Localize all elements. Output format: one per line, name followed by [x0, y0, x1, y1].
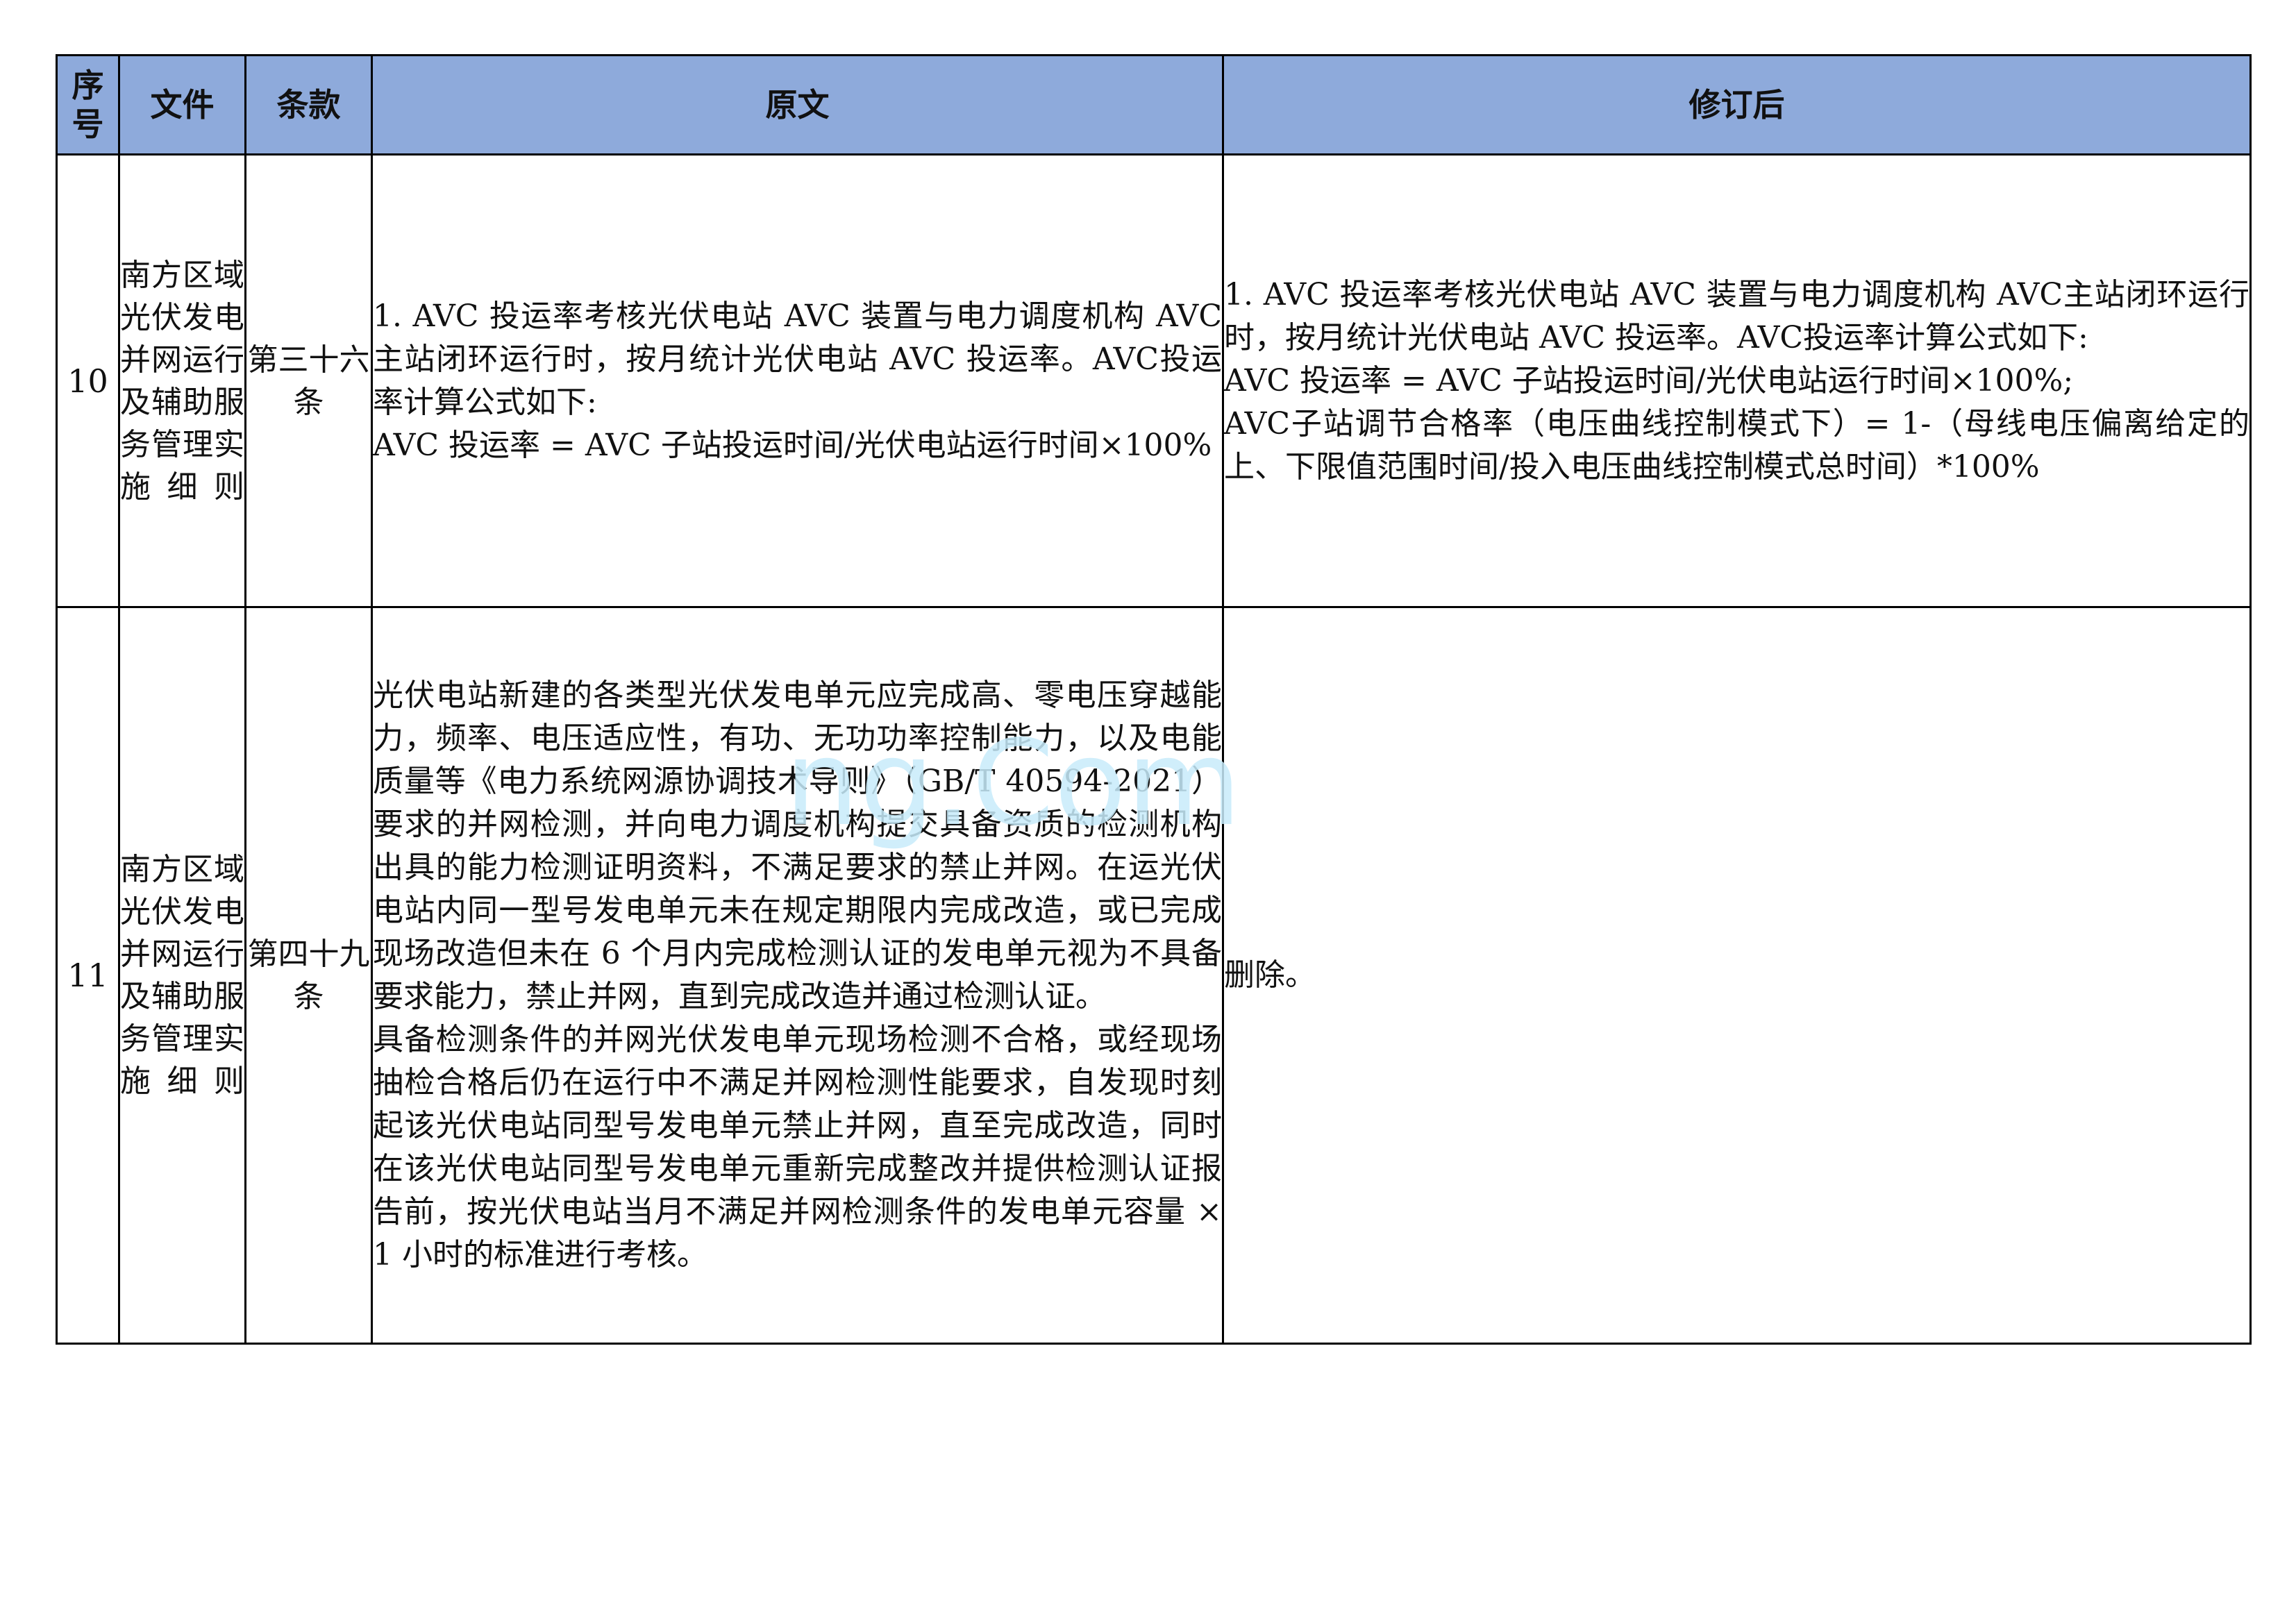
revised-paragraph: AVC子站调节合格率（电压曲线控制模式下）= 1-（母线电压偏离给定的上、下限值…	[1224, 405, 2249, 485]
cell-file: 南方区域光伏发电并网运行及辅助服务管理实施细则	[118, 153, 246, 608]
revision-table-container: 序号 文件 条款 原文 修订后 10 南方区域光伏发电并网运行及辅助服务管理实施…	[56, 54, 2252, 1345]
cell-revised-text: 删除。	[1222, 606, 2252, 1345]
original-paragraph: AVC 投运率 = AVC 子站投运时间/光伏电站运行时间×100%	[373, 427, 1212, 463]
revised-paragraph: 删除。	[1224, 957, 1316, 993]
revised-paragraph: AVC 投运率 = AVC 子站投运时间/光伏电站运行时间×100%;	[1224, 362, 2074, 398]
cell-serial-number: 11	[56, 606, 120, 1345]
cell-clause: 第四十九条	[244, 606, 373, 1345]
header-original-text: 原文	[371, 54, 1224, 155]
cell-serial-number: 10	[56, 153, 120, 608]
cell-file-text: 南方区域光伏发电并网运行及辅助服务管理实施细则	[120, 852, 244, 1099]
table-row: 11 南方区域光伏发电并网运行及辅助服务管理实施细则 第四十九条 光伏电站新建的…	[56, 606, 2252, 1345]
cell-file: 南方区域光伏发电并网运行及辅助服务管理实施细则	[118, 606, 246, 1345]
revision-table: 序号 文件 条款 原文 修订后 10 南方区域光伏发电并网运行及辅助服务管理实施…	[56, 54, 2252, 1345]
table-header-row: 序号 文件 条款 原文 修订后	[56, 54, 2252, 155]
cell-revised-text: 1. AVC 投运率考核光伏电站 AVC 装置与电力调度机构 AVC主站闭环运行…	[1222, 153, 2252, 608]
revised-paragraph: 1. AVC 投运率考核光伏电站 AVC 装置与电力调度机构 AVC主站闭环运行…	[1224, 276, 2249, 355]
cell-clause: 第三十六条	[244, 153, 373, 608]
original-paragraph: 具备检测条件的并网光伏发电单元现场检测不合格，或经现场抽检合格后仍在运行中不满足…	[373, 1022, 1222, 1272]
original-paragraph: 1. AVC 投运率考核光伏电站 AVC 装置与电力调度机构 AVC主站闭环运行…	[373, 298, 1222, 420]
cell-original-text: 1. AVC 投运率考核光伏电站 AVC 装置与电力调度机构 AVC主站闭环运行…	[371, 153, 1224, 608]
header-serial-number: 序号	[56, 54, 120, 155]
original-paragraph: 光伏电站新建的各类型光伏发电单元应完成高、零电压穿越能力，频率、电压适应性，有功…	[373, 678, 1222, 1014]
header-clause: 条款	[244, 54, 373, 155]
header-file: 文件	[118, 54, 246, 155]
cell-file-text: 南方区域光伏发电并网运行及辅助服务管理实施细则	[120, 257, 244, 505]
cell-original-text: 光伏电站新建的各类型光伏发电单元应完成高、零电压穿越能力，频率、电压适应性，有功…	[371, 606, 1224, 1345]
table-row: 10 南方区域光伏发电并网运行及辅助服务管理实施细则 第三十六条 1. AVC …	[56, 153, 2252, 608]
header-revised-text: 修订后	[1222, 54, 2252, 155]
